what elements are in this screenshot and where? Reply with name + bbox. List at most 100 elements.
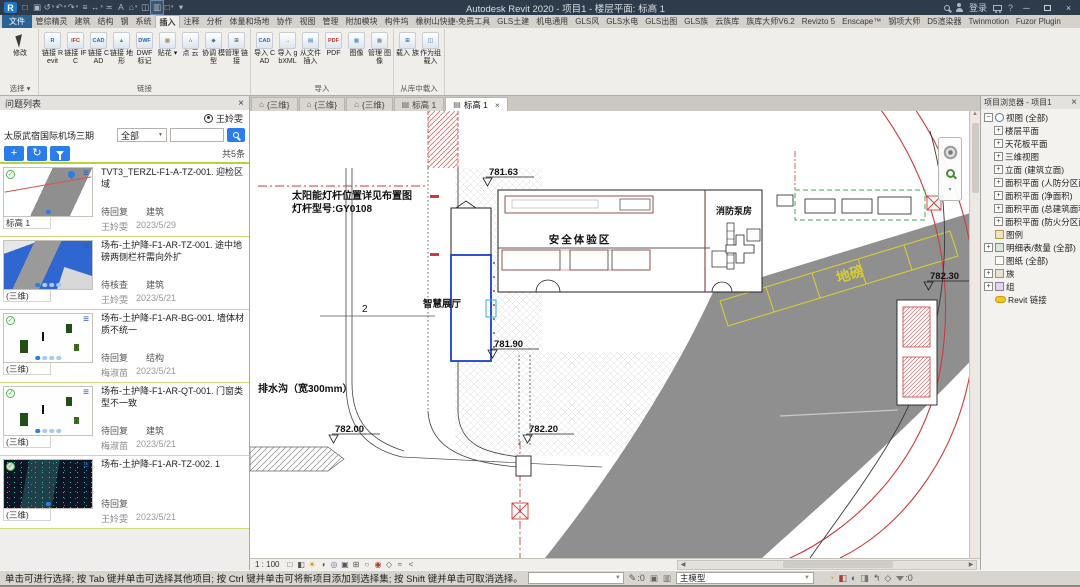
tree-node-11[interactable]: 图纸 (全部) (981, 254, 1080, 267)
vertical-scrollbar[interactable]: ▲ (969, 111, 980, 558)
save-icon[interactable]: ▣ (31, 1, 43, 14)
section-icon[interactable]: ◫ (139, 1, 151, 14)
ribbon-tab-14[interactable]: 橡树山快捷-免费工具 (412, 15, 494, 28)
scale-control[interactable]: 1 : 100 (253, 560, 281, 569)
borrowers-icon[interactable]: ◐ (851, 572, 856, 584)
pagination-dot[interactable] (35, 429, 40, 434)
steering-wheel-icon[interactable] (943, 145, 958, 160)
customize-quick-access-icon[interactable]: ▾ (175, 1, 187, 14)
tree-expander-icon[interactable]: + (984, 282, 993, 291)
tree-node-4[interactable]: +立面 (建筑立面) (981, 163, 1080, 176)
close-button[interactable]: × (1061, 1, 1076, 14)
editing-requests-indicator[interactable]: ✎:0 (629, 573, 645, 584)
card-menu-icon[interactable]: ≡ (83, 460, 89, 471)
tree-node-3[interactable]: +三维视图 (981, 150, 1080, 163)
measure-icon[interactable]: ↔▾ (91, 1, 103, 14)
scroll-right-icon[interactable]: ▶ (966, 561, 976, 568)
load-family-button[interactable]: ⊞载入 族 (396, 30, 419, 58)
pagination-dot[interactable] (56, 429, 61, 434)
tree-node-2[interactable]: +天花板平面 (981, 137, 1080, 150)
link-cad-button[interactable]: CAD链接 CAD (87, 30, 110, 66)
select-links-icon[interactable]: ↰ (873, 572, 881, 584)
view-tab-1[interactable]: ⌂{三维} (299, 97, 346, 111)
view-tab-4[interactable]: ▤标高 1× (445, 97, 508, 111)
tree-expander-icon[interactable]: + (994, 165, 1003, 174)
ribbon-tab-18[interactable]: GLS水电 (603, 15, 642, 28)
refresh-issues-button[interactable]: ↻ (27, 146, 47, 161)
thin-lines-icon[interactable]: ▥ (151, 1, 163, 14)
link-revit-button[interactable]: R链接 Revit (41, 30, 64, 66)
pagination-dot[interactable] (42, 429, 47, 434)
tree-expander-icon[interactable]: + (984, 243, 993, 252)
point-cloud-button[interactable]: ∴点 云 (179, 30, 202, 58)
redo-icon[interactable]: ↷▾ (67, 1, 79, 14)
view-tab-0[interactable]: ⌂{三维} (251, 97, 298, 111)
search-icon[interactable] (944, 5, 950, 11)
tree-expander-icon[interactable]: + (984, 269, 993, 278)
tree-node-1[interactable]: +楼层平面 (981, 124, 1080, 137)
ribbon-tab-12[interactable]: 附加模块 (342, 15, 381, 28)
ribbon-tab-23[interactable]: Revizto 5 (798, 15, 838, 28)
show-crop-region-icon[interactable]: ⊞ (350, 559, 361, 570)
issue-card-1[interactable]: ≡(三维)场布-土护降-F1-AR-TZ-001. 途中地磅两侧栏杆需向外扩待核… (0, 237, 249, 310)
manage-links-button[interactable]: ⊞管理 链接 (225, 30, 248, 66)
zoom-icon[interactable] (946, 169, 955, 178)
visual-style-icon[interactable]: ◧ (295, 559, 306, 570)
tree-node-7[interactable]: +面积平面 (总建筑面积) (981, 202, 1080, 215)
switch-windows-icon[interactable]: □▾ (163, 1, 175, 14)
chevron-down-icon[interactable]: ▼ (948, 187, 953, 193)
tree-node-12[interactable]: +族 (981, 267, 1080, 280)
ribbon-tab-16[interactable]: 机电通用 (533, 15, 572, 28)
scroll-left-icon[interactable]: ◀ (678, 561, 688, 568)
active-workset-selector[interactable]: ▼ (528, 572, 624, 584)
tree-node-8[interactable]: +面积平面 (防火分区面积) (981, 215, 1080, 228)
ribbon-tab-9[interactable]: 协作 (273, 15, 296, 28)
tree-expander-icon[interactable]: + (994, 139, 1003, 148)
add-issue-button[interactable]: + (4, 146, 24, 161)
collapse-icon[interactable]: < (405, 559, 416, 570)
ribbon-tab-25[interactable]: 钢项大师 (885, 15, 924, 28)
issue-thumbnail[interactable]: ✓≡ (3, 459, 93, 509)
tree-expander-icon[interactable]: + (994, 191, 1003, 200)
link-topography-button[interactable]: ▲链接 地形 (110, 30, 133, 66)
pagination-dot[interactable] (42, 283, 47, 288)
tree-node-0[interactable]: −视图 (全部) (981, 111, 1080, 124)
pagination-dot[interactable] (35, 356, 40, 361)
tree-expander-icon[interactable]: + (994, 152, 1003, 161)
sync-icon[interactable]: ↺▾ (43, 1, 55, 14)
ribbon-tab-6[interactable]: 注释 (180, 15, 203, 28)
ribbon-tab-3[interactable]: 钢 (117, 15, 132, 28)
decal-button[interactable]: ▦贴花 ▾ (156, 30, 179, 58)
open-icon[interactable]: □ (19, 1, 31, 14)
scrollbar-thumb[interactable] (972, 123, 979, 193)
app-store-cart-icon[interactable] (993, 5, 1002, 11)
navigation-bar[interactable]: ▼ (938, 137, 962, 201)
ribbon-tab-11[interactable]: 管理 (319, 15, 342, 28)
crop-view-icon[interactable]: ▣ (339, 559, 350, 570)
import-cad-button[interactable]: CAD导入 CAD (253, 30, 276, 66)
issue-card-0[interactable]: ✓≡标高 1TVT3_TERZL-F1-A-TZ-001. 迎检区域待回复建筑王… (0, 164, 249, 237)
pdf-button[interactable]: PDFPDF (322, 30, 345, 58)
design-option-selector[interactable]: 主模型▼ (676, 572, 814, 584)
ribbon-tab-10[interactable]: 视图 (296, 15, 319, 28)
restore-button[interactable] (1040, 1, 1055, 14)
close-view-tab-icon[interactable]: × (495, 100, 500, 110)
ribbon-tab-2[interactable]: 结构 (94, 15, 117, 28)
scrollbar-thumb[interactable] (783, 561, 893, 568)
modify-cursor-button[interactable]: 修改 (4, 30, 36, 58)
issue-thumbnail[interactable]: ✓≡ (3, 167, 93, 217)
print-icon[interactable]: ≡ (79, 1, 91, 14)
help-icon[interactable]: ? (1008, 3, 1013, 13)
tree-node-13[interactable]: +组 (981, 280, 1080, 293)
text-icon[interactable]: A (115, 1, 127, 14)
workset-toggle-icon[interactable]: ◨ (860, 572, 869, 584)
temporary-hide-isolate-icon[interactable]: ○ (361, 559, 372, 570)
tree-expander-icon[interactable]: + (994, 126, 1003, 135)
pagination-dot[interactable] (42, 356, 47, 361)
ribbon-tab-19[interactable]: GLS出图 (642, 15, 681, 28)
tree-node-5[interactable]: +面积平面 (人防分区面积) (981, 176, 1080, 189)
aligned-dimension-icon[interactable]: ≍ (103, 1, 115, 14)
issue-thumbnail[interactable]: ✓≡ (3, 386, 93, 436)
pagination-dot[interactable] (49, 356, 54, 361)
user-account-icon[interactable] (956, 8, 963, 12)
